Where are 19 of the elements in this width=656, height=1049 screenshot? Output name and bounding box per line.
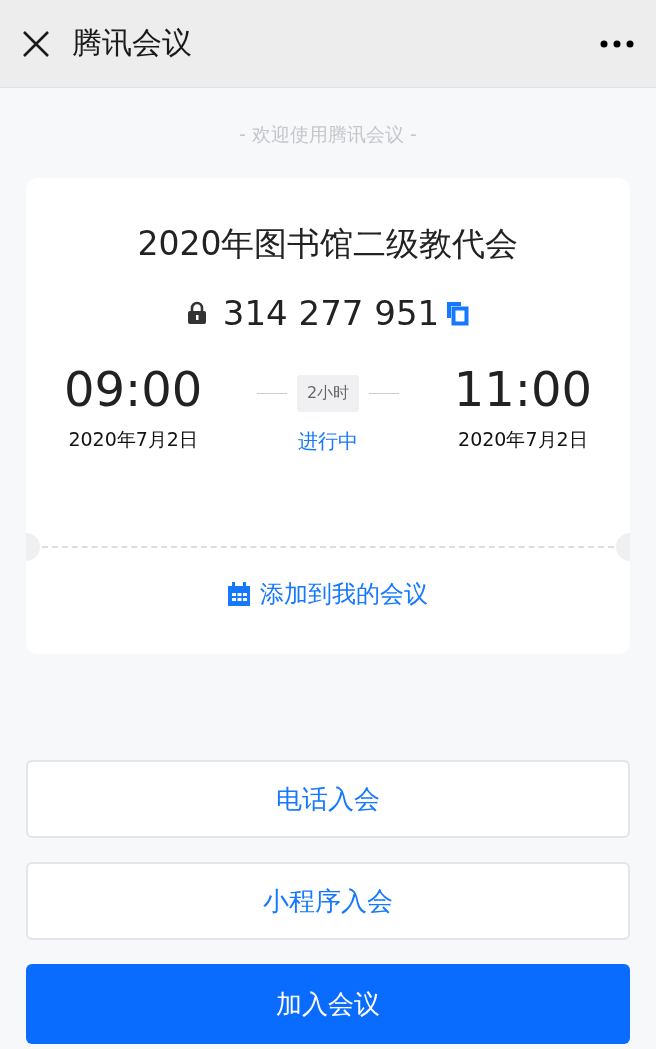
status-text: 进行中 <box>298 428 358 455</box>
join-button[interactable]: 小程序入会 <box>26 862 630 940</box>
start-time: 09:00 <box>64 361 203 417</box>
meeting-title: 2020年图书馆二级教代会 <box>137 223 519 265</box>
end-date: 2020年7月2日 <box>458 427 588 452</box>
calendar-icon <box>228 582 250 606</box>
copy-icon[interactable] <box>445 300 470 326</box>
end-time: 11:00 <box>453 361 592 417</box>
page-title: 腾讯会议 <box>72 24 193 62</box>
close-button[interactable] <box>22 29 50 58</box>
add-to-meetings-link[interactable]: 添加到我的会议 <box>228 578 428 610</box>
more-icon <box>600 39 634 48</box>
close-icon <box>22 29 50 58</box>
meeting-id: 314 277 951 <box>222 293 440 333</box>
more-button[interactable] <box>600 39 634 48</box>
start-date: 2020年7月2日 <box>68 427 198 452</box>
join-button[interactable]: 电话入会 <box>26 760 630 838</box>
duration-tag: 2小时 <box>296 375 360 412</box>
join-button[interactable]: 加入会议 <box>26 964 630 1044</box>
